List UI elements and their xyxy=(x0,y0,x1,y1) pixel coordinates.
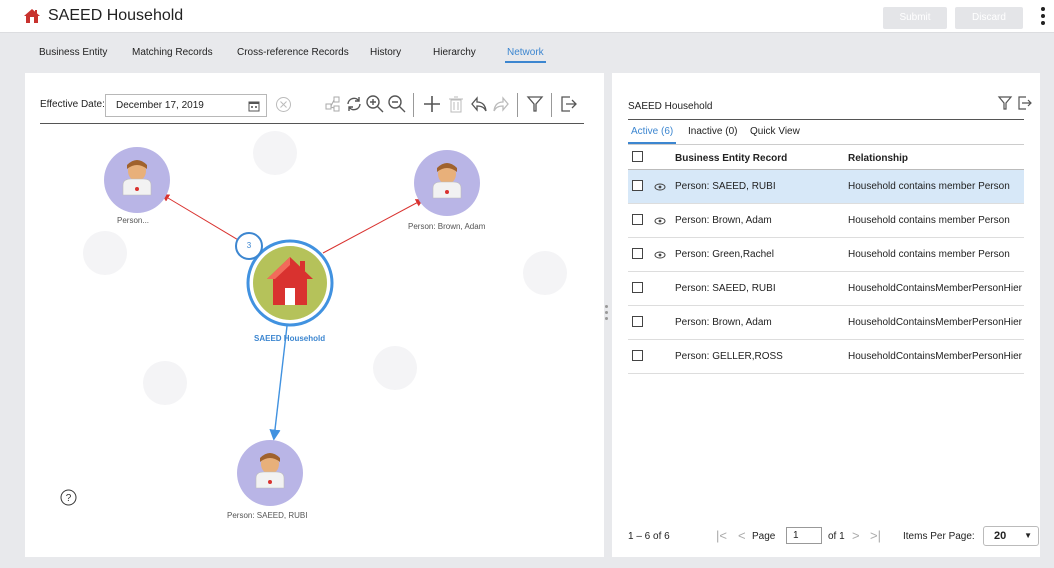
filter-icon[interactable] xyxy=(525,94,545,114)
row-checkbox[interactable] xyxy=(632,282,643,293)
subtab-inactive[interactable]: Inactive (0) xyxy=(688,126,737,137)
clear-date-icon[interactable] xyxy=(275,96,292,113)
table-row[interactable]: Person: SAEED, RUBI HouseholdContainsMem… xyxy=(628,272,1024,306)
relationship-cell: Household contains member Person xyxy=(848,181,1010,192)
household-node-label: SAEED Household xyxy=(254,334,326,343)
household-icon xyxy=(24,9,40,23)
person-node-2-label: Person: Brown, Adam xyxy=(408,222,486,231)
person-node-1[interactable] xyxy=(104,147,170,213)
record-cell: Person: SAEED, RUBI xyxy=(675,283,776,294)
node-count-badge[interactable]: 3 xyxy=(235,232,263,260)
column-header-relationship: Relationship xyxy=(848,153,909,164)
record-cell: Person: Brown, Adam xyxy=(675,215,772,226)
pagination-range: 1 – 6 of 6 xyxy=(628,531,670,542)
export-icon[interactable] xyxy=(558,94,578,114)
person-node-3-label: Person: SAEED, RUBI xyxy=(227,511,308,520)
record-cell: Person: GELLER,ROSS xyxy=(675,351,783,362)
row-checkbox[interactable] xyxy=(632,316,643,327)
discard-button[interactable]: Discard xyxy=(955,7,1023,29)
relationship-cell: HouseholdContainsMemberPersonHier xyxy=(848,317,1022,328)
delete-icon[interactable] xyxy=(446,94,466,114)
subtab-rule xyxy=(628,144,1024,145)
calendar-icon[interactable] xyxy=(248,100,260,112)
person-node-2[interactable] xyxy=(414,150,480,216)
zoom-out-icon[interactable] xyxy=(387,94,407,114)
svg-text:?: ? xyxy=(66,493,72,504)
subtab-active[interactable]: Active (6) xyxy=(627,126,677,144)
relationship-cell: Household contains member Person xyxy=(848,249,1010,260)
panel-splitter[interactable] xyxy=(605,305,609,327)
page-title: SAEED Household xyxy=(48,7,184,24)
help-icon[interactable]: ? xyxy=(60,489,77,506)
relationships-panel: SAEED Household Active (6) Inactive (0) … xyxy=(612,73,1040,557)
last-page-icon[interactable]: >| xyxy=(870,528,882,543)
person-node-3[interactable] xyxy=(237,440,303,506)
table-row[interactable]: Person: GELLER,ROSS HouseholdContainsMem… xyxy=(628,340,1024,374)
items-per-page-label: Items Per Page: xyxy=(903,531,975,542)
row-checkbox[interactable] xyxy=(632,248,643,259)
relationship-cell: Household contains member Person xyxy=(848,215,1010,226)
row-checkbox[interactable] xyxy=(632,214,643,225)
toolbar-divider xyxy=(551,93,552,117)
tab-cross-reference-records[interactable]: Cross-reference Records xyxy=(237,47,349,58)
row-checkbox[interactable] xyxy=(632,180,643,191)
pagination: 1 – 6 of 6 |< < Page 1 of 1 > >| Items P… xyxy=(628,526,1039,546)
toolbar-divider xyxy=(517,93,518,117)
tab-business-entity[interactable]: Business Entity xyxy=(39,47,107,58)
effective-date-label: Effective Date: xyxy=(40,99,105,110)
table-row[interactable]: Person: Brown, Adam Household contains m… xyxy=(628,204,1024,238)
select-all-checkbox[interactable] xyxy=(632,151,643,162)
page-input[interactable]: 1 xyxy=(786,527,822,544)
table-row[interactable]: Person: Brown, Adam HouseholdContainsMem… xyxy=(628,306,1024,340)
network-graph xyxy=(83,131,567,506)
tab-matching-records[interactable]: Matching Records xyxy=(132,47,213,58)
subtab-quick-view[interactable]: Quick View xyxy=(750,126,800,137)
record-cell: Person: SAEED, RUBI xyxy=(675,181,776,192)
refresh-icon[interactable] xyxy=(344,94,364,114)
app-header: SAEED Household Submit Discard xyxy=(0,0,1054,33)
next-page-icon[interactable]: > xyxy=(852,528,864,543)
undo-icon[interactable] xyxy=(469,94,489,114)
column-header-record: Business Entity Record xyxy=(675,153,788,164)
export-icon[interactable] xyxy=(1016,95,1032,111)
items-per-page-select[interactable]: 20 ▼ xyxy=(983,526,1039,546)
add-icon[interactable] xyxy=(422,94,442,114)
relationship-cell: HouseholdContainsMemberPersonHier xyxy=(848,283,1022,294)
eye-icon[interactable] xyxy=(654,217,666,225)
layout-icon[interactable] xyxy=(324,94,344,114)
submit-button[interactable]: Submit xyxy=(883,7,947,29)
more-options-icon[interactable] xyxy=(1040,7,1046,27)
redo-icon[interactable] xyxy=(491,94,511,114)
record-cell: Person: Brown, Adam xyxy=(675,317,772,328)
record-cell: Person: Green,Rachel xyxy=(675,249,774,260)
relationship-cell: HouseholdContainsMemberPersonHier xyxy=(848,351,1022,362)
page-of-label: of 1 xyxy=(828,531,845,542)
person-node-1-label: Person... xyxy=(117,216,150,225)
row-checkbox[interactable] xyxy=(632,350,643,361)
filter-icon[interactable] xyxy=(997,95,1013,111)
tab-bar: Business Entity Matching Records Cross-r… xyxy=(8,33,1054,66)
first-page-icon[interactable]: |< xyxy=(716,528,728,543)
toolbar-divider xyxy=(413,93,414,117)
eye-icon[interactable] xyxy=(654,251,666,259)
panel-title: SAEED Household xyxy=(628,101,713,112)
effective-date-value: December 17, 2019 xyxy=(116,100,204,111)
eye-icon[interactable] xyxy=(654,183,666,191)
network-graph-panel: 3 Person... Person: Brown, Adam Person: … xyxy=(25,73,604,557)
toolbar-rule xyxy=(40,123,584,124)
chevron-down-icon: ▼ xyxy=(1024,531,1032,540)
items-per-page-value: 20 xyxy=(994,530,1007,542)
tab-network[interactable]: Network xyxy=(505,47,546,63)
tab-history[interactable]: History xyxy=(370,47,401,58)
zoom-in-icon[interactable] xyxy=(365,94,385,114)
page-label: Page xyxy=(752,531,776,542)
prev-page-icon[interactable]: < xyxy=(738,528,750,543)
table-row[interactable]: Person: SAEED, RUBI Household contains m… xyxy=(628,170,1024,204)
table-header: Business Entity Record Relationship xyxy=(628,146,1024,170)
tab-hierarchy[interactable]: Hierarchy xyxy=(433,47,476,58)
table-row[interactable]: Person: Green,Rachel Household contains … xyxy=(628,238,1024,272)
panel-title-rule xyxy=(628,119,1024,120)
effective-date-field[interactable]: December 17, 2019 xyxy=(105,94,267,117)
